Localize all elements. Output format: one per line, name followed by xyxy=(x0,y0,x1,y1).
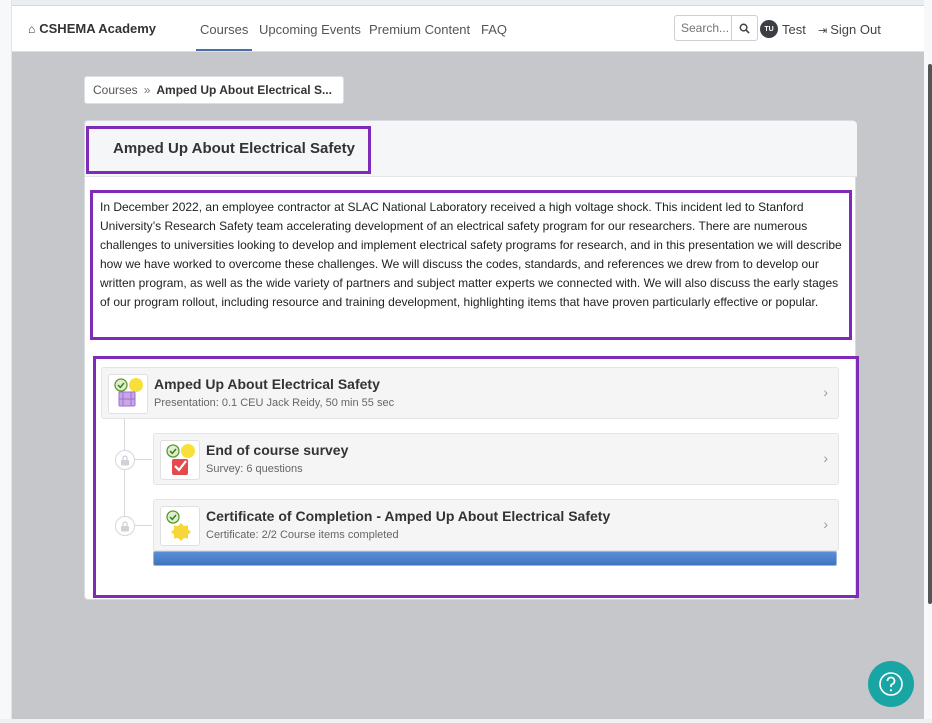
window-frame-left xyxy=(0,0,12,723)
nav-faq[interactable]: FAQ xyxy=(481,22,507,37)
question-icon xyxy=(879,672,903,696)
nav-premium-content[interactable]: Premium Content xyxy=(369,22,470,37)
highlight-description-box xyxy=(90,190,852,340)
search-button[interactable] xyxy=(731,16,757,40)
user-name-link[interactable]: Test xyxy=(782,22,806,37)
search-input[interactable] xyxy=(675,16,733,40)
browser-window: ⌂ CSHEMA Academy Courses Upcoming Events … xyxy=(0,0,932,723)
nav-courses[interactable]: Courses xyxy=(195,22,253,51)
breadcrumb: Courses » Amped Up About Electrical S... xyxy=(84,76,344,104)
window-frame-bottom xyxy=(0,719,932,723)
sign-out-label: Sign Out xyxy=(830,22,881,37)
home-icon: ⌂ xyxy=(28,22,36,36)
search-icon xyxy=(739,23,750,34)
highlight-items-box xyxy=(93,356,859,598)
brand-label: CSHEMA Academy xyxy=(39,21,157,36)
scrollbar[interactable] xyxy=(928,64,932,604)
brand-link[interactable]: ⌂ CSHEMA Academy xyxy=(28,21,156,36)
nav-upcoming-events[interactable]: Upcoming Events xyxy=(259,22,361,37)
window-frame-right xyxy=(924,0,932,723)
breadcrumb-current: Amped Up About Electrical S... xyxy=(156,83,332,97)
highlight-title-box xyxy=(86,126,371,174)
breadcrumb-root[interactable]: Courses xyxy=(93,83,138,97)
search-box xyxy=(674,15,758,41)
avatar[interactable]: TU xyxy=(760,20,778,38)
breadcrumb-separator: » xyxy=(143,83,151,97)
sign-out-icon: ⇥ xyxy=(818,25,828,37)
top-navbar: ⌂ CSHEMA Academy Courses Upcoming Events … xyxy=(12,6,924,52)
sign-out-link[interactable]: ⇥ Sign Out xyxy=(818,22,881,37)
help-button[interactable] xyxy=(868,661,914,707)
